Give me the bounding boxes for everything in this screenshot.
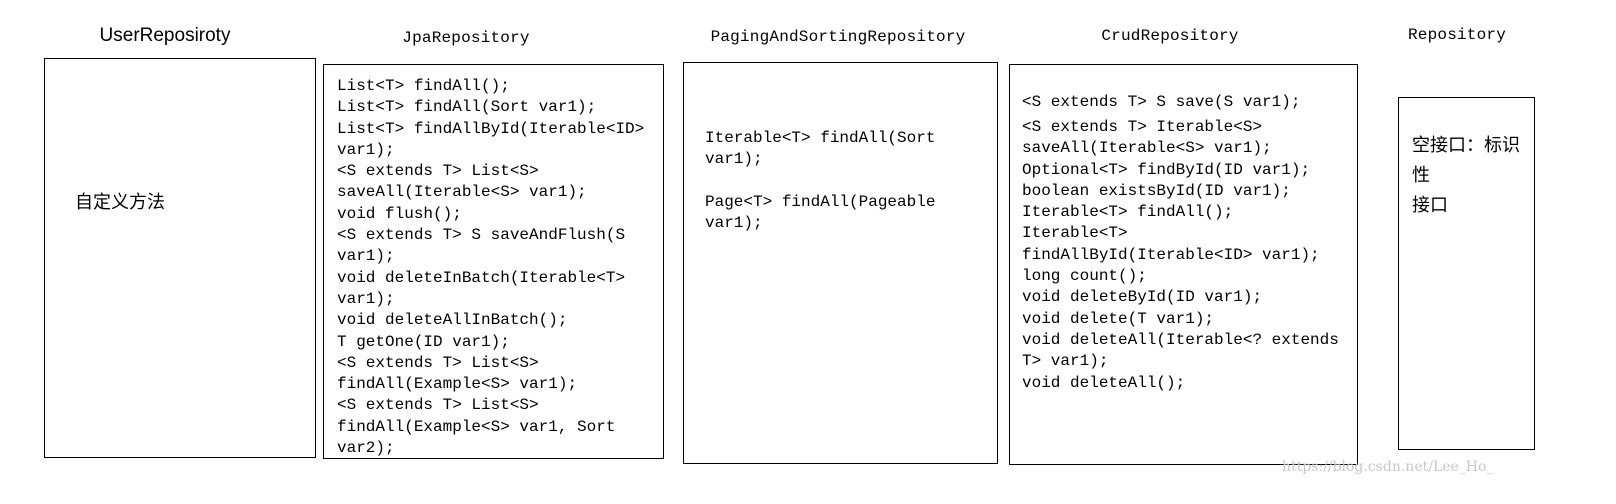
- method-line: void deleteAllInBatch();: [337, 311, 568, 330]
- method-line: void deleteAll(Iterable<? extends: [1022, 330, 1339, 349]
- jparepository-methods: List<T> findAll(); List<T> findAll(Sort …: [337, 76, 645, 458]
- method-line: findAll(Example<S> var1);: [337, 375, 578, 394]
- method-line: void deleteAll();: [1022, 373, 1186, 392]
- method-line: <S extends T> S saveAndFlush(S: [337, 226, 626, 245]
- repository-description-line: 空接口：标识性: [1412, 135, 1520, 186]
- method-line: Iterable<T> findAll(Sort: [705, 129, 936, 147]
- method-line: var1);: [337, 140, 395, 159]
- userrepository-custom-methods: 自定义方法: [75, 192, 165, 213]
- method-line: Page<T> findAll(Pageable: [705, 192, 936, 211]
- jparepository-box: List<T> findAll(); List<T> findAll(Sort …: [323, 64, 664, 459]
- method-line: void flush();: [337, 204, 462, 223]
- method-line: Optional<T> findById(ID var1);: [1022, 160, 1311, 179]
- method-line: Iterable<T>: [1022, 224, 1128, 243]
- method-line: findAllById(Iterable<ID> var1);: [1022, 245, 1320, 264]
- method-line: <S extends T> List<S>: [337, 162, 539, 181]
- repository-description: 空接口：标识性 接口: [1412, 131, 1534, 221]
- repository-description-line: 接口: [1412, 195, 1448, 216]
- pagingandsortingrepository-methods: Iterable<T> findAll(Sort var1); Page<T> …: [705, 128, 935, 234]
- crudrepository-methods: <S extends T> S save(S var1); <S extends…: [1022, 92, 1339, 394]
- method-line: saveAll(Iterable<S> var1);: [1022, 139, 1272, 158]
- method-line: findAll(Example<S> var1, Sort: [337, 417, 616, 436]
- method-line: List<T> findAll(Sort var1);: [337, 98, 597, 117]
- method-line: [705, 171, 935, 192]
- method-line: T getOne(ID var1);: [337, 332, 510, 351]
- method-line: void deleteById(ID var1);: [1022, 288, 1263, 307]
- method-line: <S extends T> S save(S var1);: [1022, 93, 1301, 111]
- userrepository-title: UserReposiroty: [99, 25, 231, 46]
- jparepository-title: JpaRepository: [402, 29, 530, 47]
- repository-title: Repository: [1407, 26, 1507, 44]
- repository-box: 空接口：标识性 接口: [1398, 97, 1535, 450]
- method-line: var1);: [337, 247, 395, 266]
- crudrepository-box: <S extends T> S save(S var1); <S extends…: [1009, 64, 1358, 465]
- method-line: List<T> findAll();: [337, 77, 510, 95]
- method-line: boolean existsById(ID var1);: [1022, 181, 1291, 200]
- method-line: void delete(T var1);: [1022, 309, 1215, 328]
- watermark-text: https://blog.csdn.net/Lee_Ho_: [1282, 459, 1494, 475]
- method-line: var2);: [337, 439, 395, 458]
- method-line: List<T> findAllById(Iterable<ID>: [337, 119, 645, 138]
- method-line: T> var1);: [1022, 352, 1109, 371]
- method-line: saveAll(Iterable<S> var1);: [337, 183, 587, 202]
- method-line: <S extends T> List<S>: [337, 353, 539, 372]
- method-line: Iterable<T> findAll();: [1022, 203, 1234, 222]
- method-line: long count();: [1022, 267, 1147, 286]
- userrepository-box: 自定义方法: [44, 58, 316, 458]
- method-line: <S extends T> Iterable<S>: [1022, 118, 1263, 136]
- method-line: void deleteInBatch(Iterable<T>: [337, 268, 626, 287]
- method-line: <S extends T> List<S>: [337, 396, 539, 415]
- crudrepository-title: CrudRepository: [1101, 27, 1239, 45]
- pagingandsortingrepository-title: PagingAndSortingRepository: [710, 28, 966, 46]
- method-line: var1);: [337, 289, 395, 308]
- pagingandsortingrepository-box: Iterable<T> findAll(Sort var1); Page<T> …: [683, 62, 998, 464]
- method-line: var1);: [705, 150, 763, 169]
- method-line: var1);: [705, 214, 763, 233]
